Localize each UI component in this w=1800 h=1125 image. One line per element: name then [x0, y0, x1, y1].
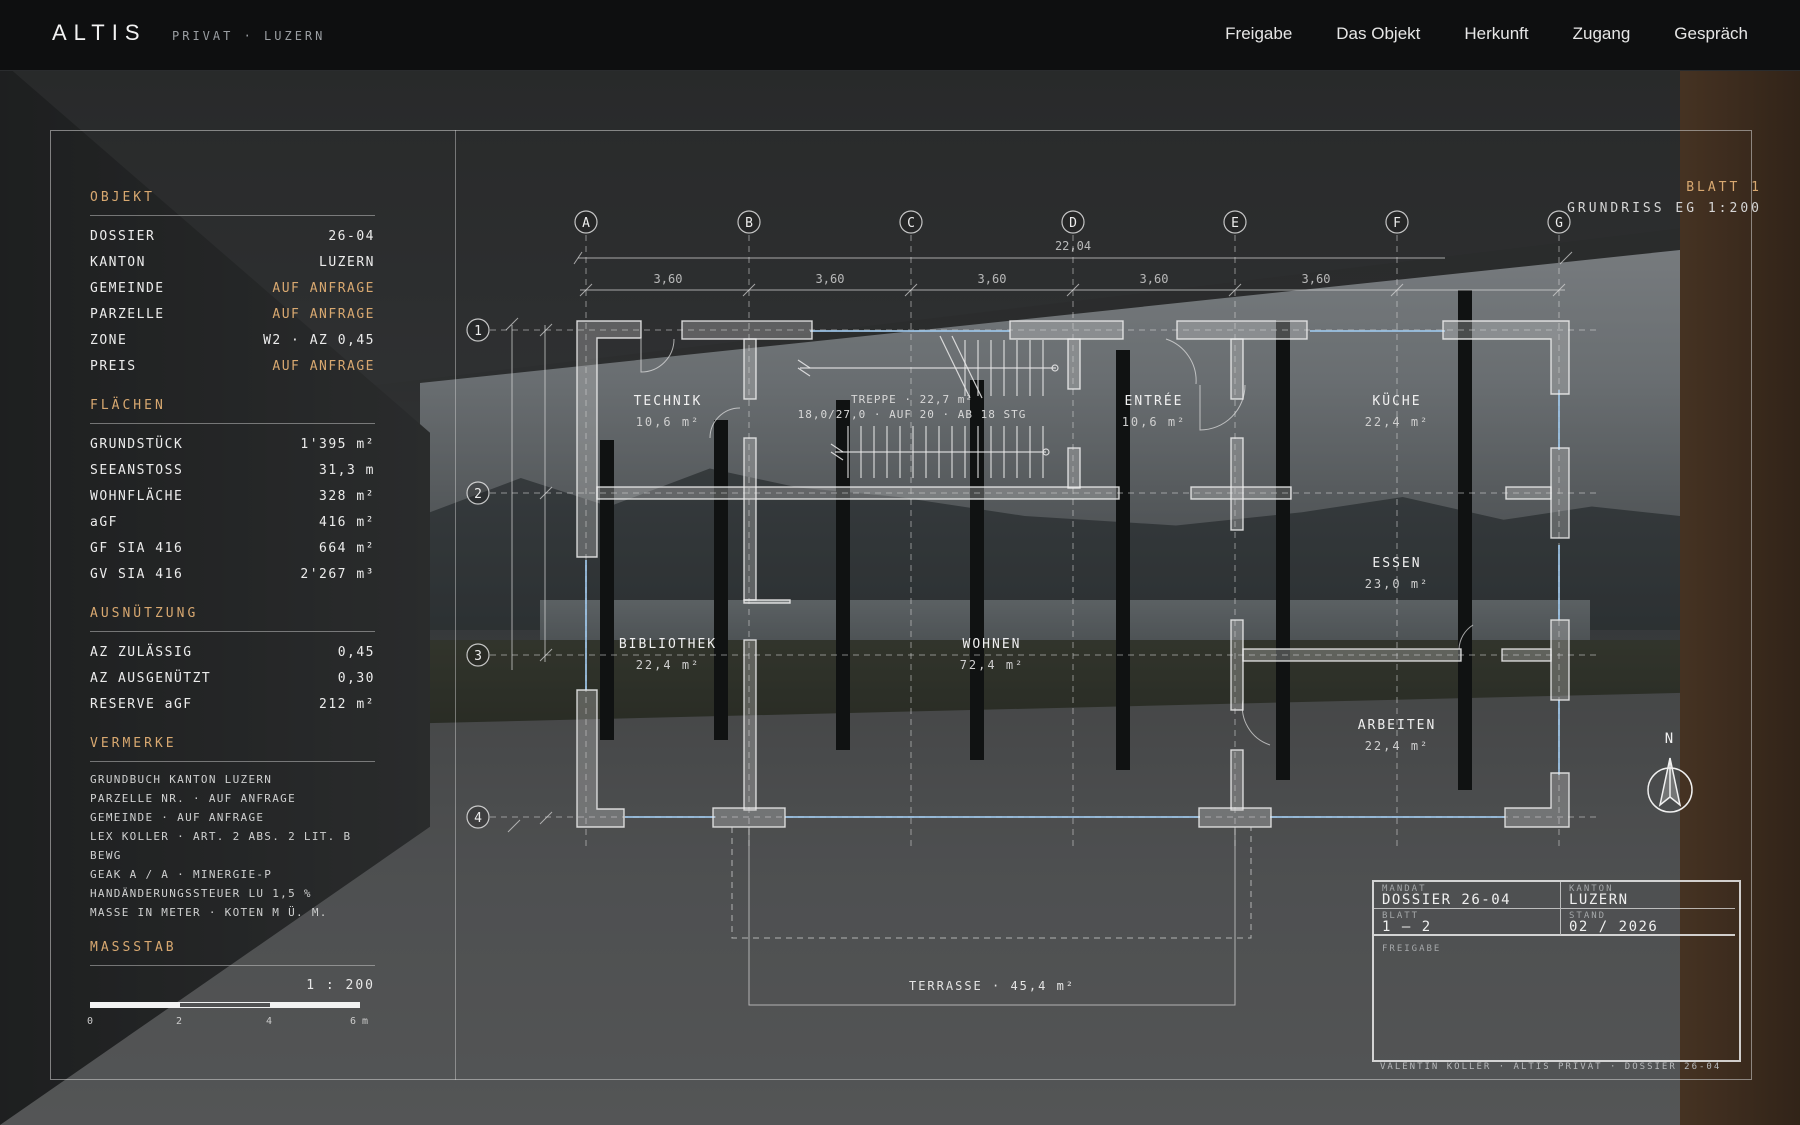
tb-blatt: BLATT 1 — 2	[1374, 909, 1561, 936]
stair-label: TREPPE · 22,7 m²	[851, 393, 973, 406]
terrace-label: TERRASSE · 45,4 m²	[909, 979, 1075, 993]
axis-label-2: 2	[474, 487, 482, 502]
room-area: 22,4 m²	[1365, 415, 1430, 429]
axis-label-b: B	[745, 216, 753, 231]
north-label: N	[1665, 731, 1673, 747]
axis-label-1: 1	[474, 324, 482, 339]
room-name: WOHNEN	[963, 637, 1022, 652]
room-name: ARBEITEN	[1358, 718, 1437, 733]
axis-label-g: G	[1555, 216, 1563, 231]
room-area: 72,4 m²	[960, 658, 1025, 672]
room-area: 22,4 m²	[1365, 739, 1430, 753]
stair-spec: 18,0/27,0 · AUF 20 · AB 18 STG	[798, 408, 1027, 421]
tb-mandat: MANDAT DOSSIER 26-04	[1374, 882, 1561, 909]
axis-label-a: A	[582, 216, 590, 231]
axis-label-3: 3	[474, 649, 482, 664]
room-name: BIBLIOTHEK	[619, 637, 717, 652]
north-arrow-icon	[1647, 757, 1693, 813]
tb-freigabe-label: FREIGABE	[1382, 944, 1442, 954]
room-area: 23,0 m²	[1365, 577, 1430, 591]
axis-label-f: F	[1393, 216, 1401, 231]
overall-dimension: 22,04	[1055, 239, 1091, 253]
footer-credit: VALENTIN KÖLLER · ALTIS PRIVAT · DOSSIER…	[1380, 1062, 1722, 1072]
room-name: KÜCHE	[1372, 392, 1421, 409]
bay-dimension: 3,60	[654, 272, 683, 286]
bay-dimension: 3,60	[978, 272, 1007, 286]
axis-label-c: C	[907, 216, 915, 231]
axis-label-e: E	[1231, 216, 1239, 231]
room-area: 22,4 m²	[636, 658, 701, 672]
axis-label-4: 4	[474, 811, 482, 826]
tb-value: DOSSIER 26-04	[1382, 892, 1512, 908]
room-area: 10,6 m²	[1122, 415, 1187, 429]
axis-label-d: D	[1069, 216, 1077, 231]
bay-dimension: 3,60	[816, 272, 845, 286]
tb-kanton: KANTON LUZERN	[1561, 882, 1735, 909]
title-block: MANDAT DOSSIER 26-04 KANTON LUZERN BLATT…	[1372, 880, 1741, 1062]
tb-stand: STAND 02 / 2026	[1561, 909, 1735, 936]
room-area: 10,6 m²	[636, 415, 701, 429]
room-name: TECHNIK	[634, 394, 703, 409]
bay-dimension: 3,60	[1302, 272, 1331, 286]
bay-dimension: 3,60	[1140, 272, 1169, 286]
tb-value: 02 / 2026	[1569, 919, 1659, 935]
tb-value: 1 — 2	[1382, 919, 1432, 935]
tb-value: LUZERN	[1569, 892, 1629, 908]
room-name: ENTRÉE	[1125, 393, 1184, 409]
room-name: ESSEN	[1372, 556, 1421, 571]
